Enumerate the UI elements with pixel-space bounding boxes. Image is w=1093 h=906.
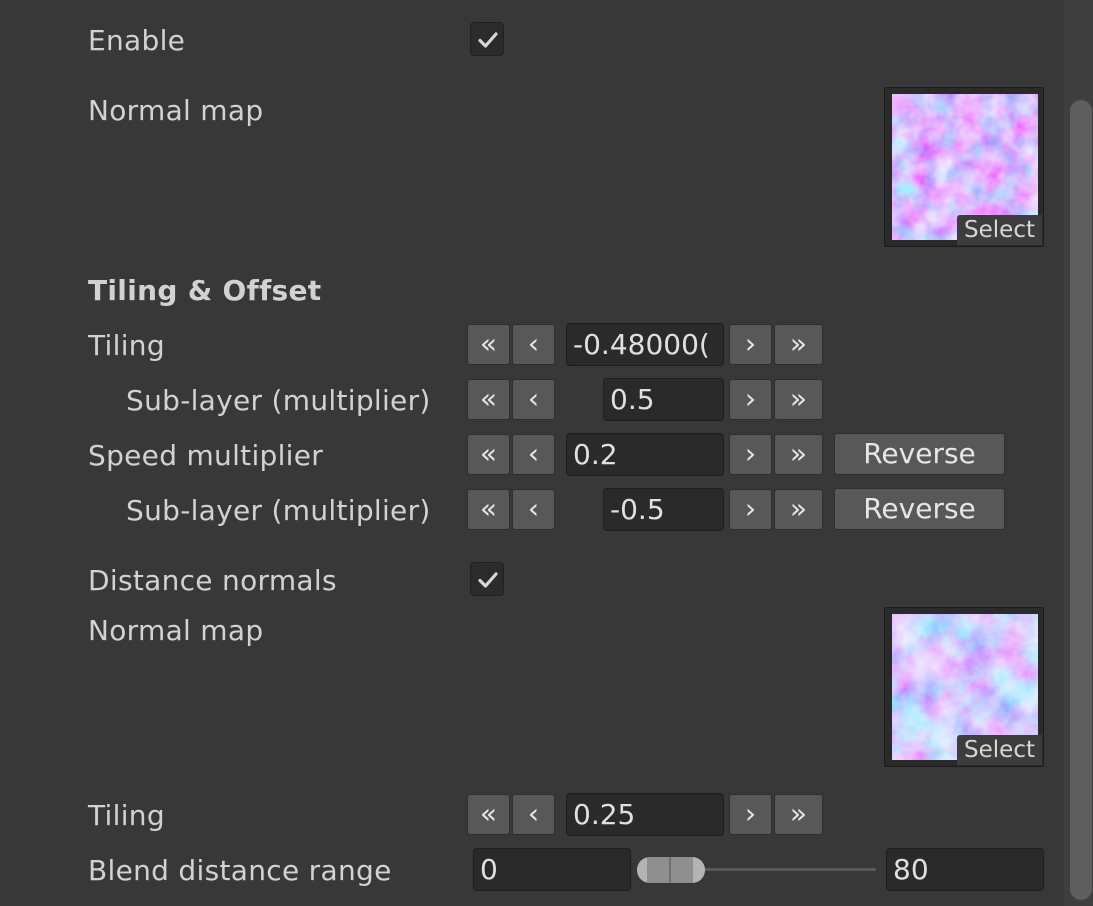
distance-normals-checkbox[interactable]: [470, 562, 504, 596]
reverse-button[interactable]: Reverse: [834, 433, 1005, 475]
fast-increment-button[interactable]: »: [774, 324, 823, 365]
normal-map-texture-field[interactable]: Select: [884, 87, 1044, 247]
scrollbar-thumb[interactable]: [1070, 100, 1092, 900]
blend-min-input[interactable]: 0: [473, 848, 631, 891]
fast-decrement-button[interactable]: «: [467, 324, 510, 365]
fast-increment-button[interactable]: »: [774, 794, 823, 835]
normal-map-label: Normal map: [88, 614, 264, 647]
fast-increment-button[interactable]: »: [774, 489, 823, 530]
enable-label: Enable: [88, 24, 186, 57]
decrement-button[interactable]: ‹: [512, 794, 555, 835]
range-slider-max-grip[interactable]: [693, 857, 705, 883]
normal-map-label: Normal map: [88, 94, 264, 127]
section-title-tiling-offset: Tiling & Offset: [88, 274, 322, 307]
blend-max-input[interactable]: 80: [886, 848, 1044, 891]
decrement-button[interactable]: ‹: [512, 434, 555, 475]
range-slider-min-grip[interactable]: [637, 857, 647, 883]
fast-increment-button[interactable]: »: [774, 434, 823, 475]
fast-decrement-button[interactable]: «: [467, 794, 510, 835]
fast-decrement-button[interactable]: «: [467, 379, 510, 420]
increment-button[interactable]: ›: [729, 434, 772, 475]
decrement-button[interactable]: ‹: [512, 379, 555, 420]
reverse-button[interactable]: Reverse: [834, 488, 1005, 530]
speed-multiplier-input[interactable]: 0.2: [566, 433, 724, 476]
range-slider-divider: [669, 857, 671, 883]
blend-distance-range-label: Blend distance range: [88, 854, 392, 887]
decrement-button[interactable]: ‹: [512, 324, 555, 365]
increment-button[interactable]: ›: [729, 489, 772, 530]
fast-decrement-button[interactable]: «: [467, 489, 510, 530]
tiling-input[interactable]: -0.48000(: [566, 323, 724, 366]
increment-button[interactable]: ›: [729, 324, 772, 365]
fast-decrement-button[interactable]: «: [467, 434, 510, 475]
tiling-label: Tiling: [88, 799, 165, 832]
tiling-sublayer-input[interactable]: 0.5: [603, 378, 724, 421]
range-slider-handle[interactable]: [637, 857, 705, 883]
tiling-sublayer-label: Sub-layer (multiplier): [126, 384, 431, 417]
tiling-input[interactable]: 0.25: [566, 793, 724, 836]
tiling-label: Tiling: [88, 329, 165, 362]
fast-increment-button[interactable]: »: [774, 379, 823, 420]
speed-multiplier-label: Speed multiplier: [88, 439, 324, 472]
decrement-button[interactable]: ‹: [512, 489, 555, 530]
checkmark-icon: [478, 32, 498, 48]
normal-map-texture-field[interactable]: Select: [884, 607, 1044, 767]
enable-checkbox[interactable]: [470, 22, 504, 56]
distance-normals-label: Distance normals: [88, 564, 337, 597]
speed-sublayer-input[interactable]: -0.5: [603, 488, 724, 531]
increment-button[interactable]: ›: [729, 794, 772, 835]
checkmark-icon: [478, 572, 498, 588]
select-texture-button[interactable]: Select: [957, 735, 1042, 765]
increment-button[interactable]: ›: [729, 379, 772, 420]
speed-sublayer-label: Sub-layer (multiplier): [126, 494, 431, 527]
select-texture-button[interactable]: Select: [957, 215, 1042, 245]
